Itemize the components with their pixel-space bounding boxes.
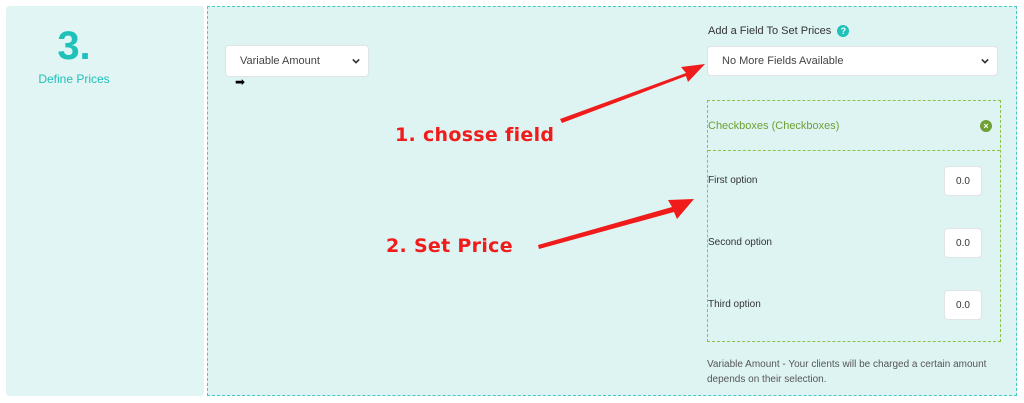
annotation-arrow-1: [560, 64, 705, 123]
annotation-arrow-2: [538, 199, 694, 249]
annotation-choose-field: 1. chosse field: [395, 124, 555, 146]
annotation-set-price: 2. Set Price: [386, 235, 513, 257]
annotation-arrows: [538, 64, 705, 249]
